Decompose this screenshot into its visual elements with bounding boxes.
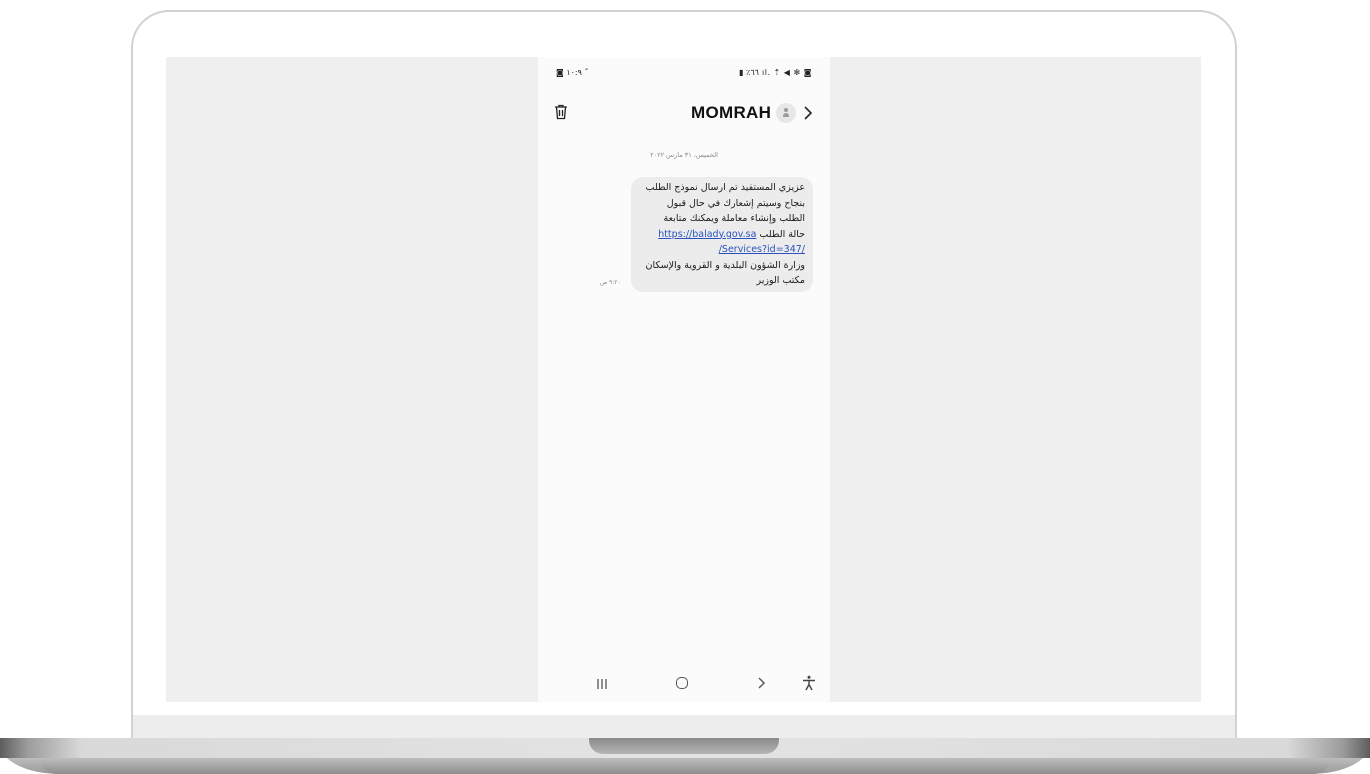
message-line: وزارة الشؤون البلدية و القروية والإسكان: [645, 259, 805, 271]
status-right: ◙ ✻ ◀ ⇡ .ıl ٦٦٪ ▮: [739, 68, 812, 77]
contact-name: MOMRAH: [691, 103, 772, 122]
message-line: عزيزي المستفيد تم ارسال نموذج الطلب: [645, 182, 805, 193]
status-bar: ً ١٠:٩ ◙ ◙ ✻ ◀ ⇡ .ıl ٦٦٪ ▮: [538, 66, 830, 80]
message-line: بنجاح وسيتم إشعارك في حال قبول: [666, 197, 805, 209]
message-line: مكتب الوزير: [756, 275, 805, 286]
accessibility-icon[interactable]: [802, 675, 816, 691]
message-bubble[interactable]: عزيزي المستفيد تم ارسال نموذج الطلب بنجا…: [631, 177, 813, 292]
message-line: الطلب وإنشاء معاملة ويمكنك متابعة: [663, 213, 806, 224]
status-left: ً ١٠:٩ ◙: [556, 68, 585, 77]
message-line: حالة الطلب: [759, 228, 805, 240]
laptop-notch: [589, 738, 779, 754]
laptop-screen-chin: [133, 715, 1235, 738]
conversation-header: MOMRAH: [538, 97, 830, 129]
navigation-bar: [538, 674, 830, 696]
recents-icon[interactable]: [596, 678, 608, 690]
date-separator: الخميس، ٣١ مارس ٢٠٢٢: [650, 151, 718, 159]
phone-screen: ً ١٠:٩ ◙ ◙ ✻ ◀ ⇡ .ıl ٦٦٪ ▮ MOMRAH الخميس…: [538, 57, 830, 702]
message-link-continued: /Services?id=347/: [637, 242, 805, 258]
home-icon[interactable]: [676, 677, 688, 689]
trash-icon[interactable]: [554, 104, 568, 120]
chevron-right-icon[interactable]: [802, 105, 814, 121]
message-line-with-link: حالة الطلب https://balady.gov.sa: [637, 227, 805, 243]
back-icon[interactable]: [756, 676, 766, 690]
message-link[interactable]: https://balady.gov.sa: [658, 229, 756, 240]
message-link[interactable]: /Services?id=347/: [719, 244, 805, 255]
person-icon[interactable]: [776, 103, 796, 123]
message-time: ٩:٢٠ ص: [600, 279, 621, 286]
laptop-base-bottom: [40, 758, 1330, 774]
